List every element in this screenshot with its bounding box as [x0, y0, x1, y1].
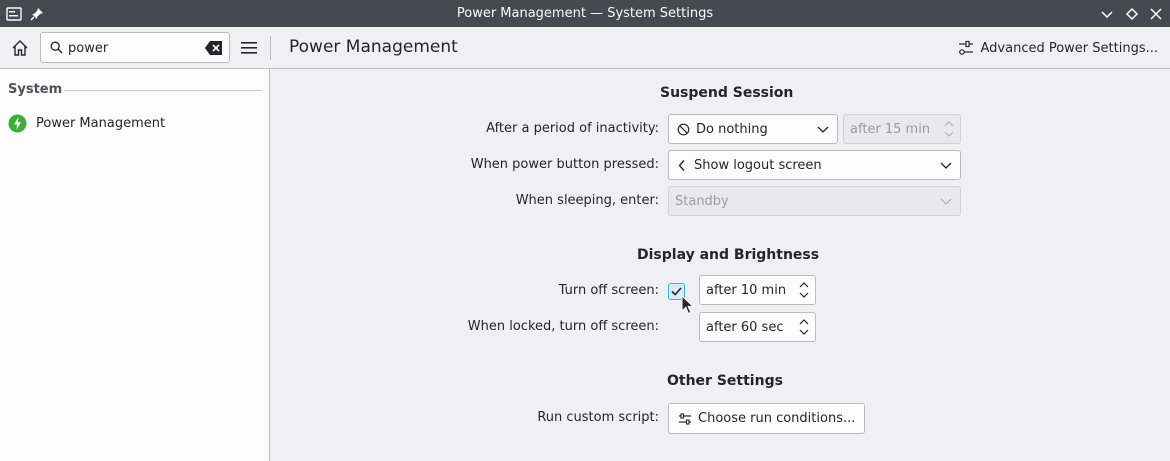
inactivity-label: After a period of inactivity: — [486, 121, 659, 136]
power-management-icon — [8, 114, 27, 132]
home-button[interactable] — [8, 36, 32, 60]
home-icon — [12, 40, 28, 56]
chevron-down-icon — [817, 126, 829, 133]
toolbar-separator — [270, 36, 271, 60]
sleeping-label: When sleeping, enter: — [515, 193, 659, 208]
sidebar-section-system: System — [8, 82, 63, 97]
hamburger-icon — [241, 42, 257, 54]
sidebar: System Power Management — [0, 69, 270, 461]
page-title: Power Management — [289, 37, 458, 57]
choose-run-conditions-label: Choose run conditions... — [698, 411, 856, 426]
chevron-down-icon — [940, 198, 952, 205]
search-icon — [50, 41, 63, 54]
sleeping-mode-combo[interactable]: Standby — [668, 186, 961, 216]
window-title: Power Management — System Settings — [456, 6, 714, 21]
cancel-circle-icon — [677, 123, 690, 135]
locked-turn-off-delay-value: after 60 sec — [706, 319, 784, 335]
settings-content: Suspend Session After a period of inacti… — [271, 69, 1170, 461]
locked-turn-off-delay-spinbox[interactable]: after 60 sec — [699, 312, 816, 342]
configure-icon — [679, 412, 691, 425]
settings-sliders-icon — [958, 40, 973, 55]
inactivity-action-value: Do nothing — [696, 121, 768, 137]
clear-search-icon[interactable] — [205, 40, 223, 56]
spin-arrows-icon — [799, 282, 809, 298]
chevron-down-icon — [940, 162, 952, 169]
choose-run-conditions-button[interactable]: Choose run conditions... — [668, 403, 866, 434]
sidebar-item-power-management[interactable]: Power Management — [8, 112, 165, 134]
power-button-value: Show logout screen — [694, 157, 822, 173]
minimize-icon[interactable] — [1097, 4, 1117, 24]
display-brightness-header: Display and Brightness — [637, 247, 820, 263]
power-button-label: When power button pressed: — [470, 157, 659, 172]
custom-script-label: Run custom script: — [537, 410, 659, 425]
search-field[interactable] — [40, 32, 230, 63]
power-button-combo[interactable]: Show logout screen — [668, 150, 961, 180]
turn-off-screen-delay-value: after 10 min — [706, 282, 787, 298]
sleeping-mode-value: Standby — [675, 193, 729, 209]
close-icon[interactable] — [1146, 4, 1166, 24]
spin-arrows-icon — [799, 319, 809, 335]
hamburger-menu-button[interactable] — [238, 37, 260, 59]
turn-off-screen-label: Turn off screen: — [558, 283, 659, 298]
logout-chevron-icon — [678, 159, 685, 171]
advanced-power-settings-button[interactable]: Advanced Power Settings... — [958, 36, 1159, 60]
advanced-power-settings-label: Advanced Power Settings... — [980, 40, 1159, 56]
search-input[interactable] — [68, 38, 198, 58]
title-bar: Power Management — System Settings — [0, 0, 1170, 27]
other-settings-header: Other Settings — [667, 373, 783, 389]
inactivity-delay-value: after 15 min — [850, 121, 931, 137]
inactivity-action-combo[interactable]: Do nothing — [668, 114, 838, 144]
suspend-session-header: Suspend Session — [660, 85, 794, 101]
sidebar-section-divider — [64, 90, 262, 91]
turn-off-screen-delay-spinbox[interactable]: after 10 min — [699, 275, 816, 305]
toolbar: Power Management Advanced Power Settings… — [0, 27, 1170, 69]
locked-turn-off-label: When locked, turn off screen: — [467, 319, 659, 334]
spin-arrows-icon — [944, 121, 954, 137]
maximize-icon[interactable] — [1122, 4, 1142, 24]
mouse-cursor-icon — [681, 295, 694, 315]
inactivity-delay-spinbox[interactable]: after 15 min — [843, 114, 961, 144]
sidebar-item-label: Power Management — [36, 115, 166, 131]
